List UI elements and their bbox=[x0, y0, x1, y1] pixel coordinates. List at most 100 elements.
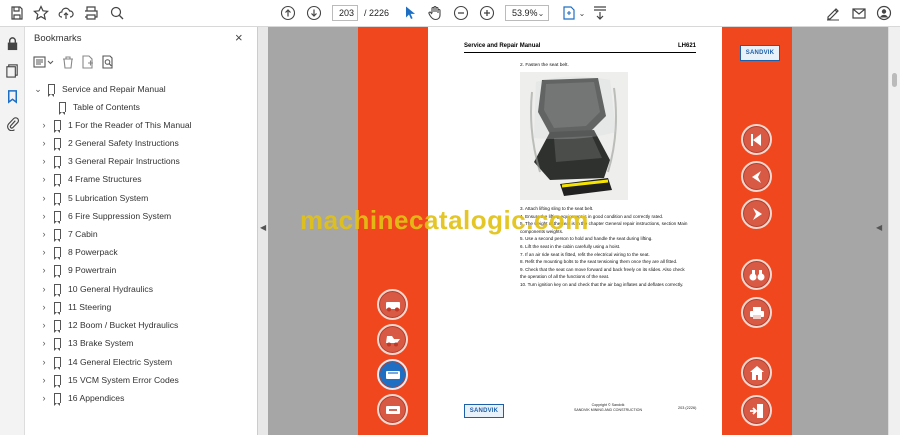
collapse-panel-icon[interactable]: ◀ bbox=[260, 223, 266, 232]
upload-cloud-icon[interactable] bbox=[56, 4, 76, 22]
seat-photo bbox=[520, 72, 628, 200]
bookmark-icon bbox=[54, 265, 61, 278]
zoom-out-icon[interactable] bbox=[451, 4, 471, 22]
bookmark-icon bbox=[54, 156, 61, 169]
mail-icon[interactable] bbox=[849, 4, 869, 22]
zoom-search-icon[interactable] bbox=[107, 4, 127, 22]
delete-bookmark-icon[interactable] bbox=[61, 55, 75, 69]
new-bookmark-icon[interactable] bbox=[81, 55, 95, 69]
machine-highlight-button[interactable] bbox=[377, 359, 408, 390]
first-page-button[interactable] bbox=[741, 124, 772, 155]
bookmark-search-icon[interactable] bbox=[101, 55, 115, 69]
bookmark-icon bbox=[54, 284, 61, 297]
zoom-dropdown-chevron-icon[interactable]: ⌄ bbox=[536, 4, 546, 22]
bookmark-item[interactable]: › 15 VCM System Error Codes bbox=[39, 371, 179, 389]
chevron-right-icon[interactable]: › bbox=[39, 174, 49, 184]
page-total: / 2226 bbox=[364, 8, 390, 18]
scroll-mode-icon[interactable] bbox=[590, 4, 610, 22]
machine-view-button[interactable] bbox=[377, 289, 408, 320]
machine-side-button[interactable] bbox=[377, 324, 408, 355]
page-thumbnails-icon[interactable] bbox=[5, 63, 20, 78]
account-icon[interactable] bbox=[874, 4, 894, 22]
chevron-right-icon[interactable]: › bbox=[39, 338, 49, 348]
bookmark-item[interactable]: › 1 For the Reader of This Manual bbox=[39, 116, 192, 134]
star-icon[interactable] bbox=[31, 4, 51, 22]
bookmark-options-icon[interactable] bbox=[33, 55, 55, 69]
chevron-right-icon[interactable]: › bbox=[39, 302, 49, 312]
chevron-right-icon[interactable]: › bbox=[39, 320, 49, 330]
arrow-left-icon bbox=[751, 170, 761, 183]
search-button[interactable] bbox=[741, 259, 772, 290]
page-fit-dropdown-chevron-icon[interactable]: ⌄ bbox=[577, 4, 587, 22]
bookmark-item[interactable]: ⌄ Service and Repair Manual bbox=[33, 80, 166, 98]
bookmarks-panel: Bookmarks × ⌄ Service and Repair Manual T… bbox=[25, 27, 258, 435]
bookmark-item[interactable]: › 14 General Electric System bbox=[39, 353, 172, 371]
attachment-icon[interactable] bbox=[5, 116, 20, 131]
exit-button[interactable] bbox=[741, 395, 772, 426]
bookmark-item[interactable]: › 9 Powertrain bbox=[39, 261, 116, 279]
bookmark-item[interactable]: › 6 Fire Suppression System bbox=[39, 207, 171, 225]
chevron-right-icon[interactable]: › bbox=[39, 156, 49, 166]
bookmark-item[interactable]: › 2 General Safety Instructions bbox=[39, 134, 179, 152]
chevron-right-icon[interactable]: › bbox=[39, 120, 49, 130]
hand-tool-icon[interactable] bbox=[425, 4, 445, 22]
zoom-in-icon[interactable] bbox=[477, 4, 497, 22]
bookmark-item[interactable]: › 11 Steering bbox=[39, 298, 111, 316]
bookmark-item[interactable]: › 3 General Repair Instructions bbox=[39, 152, 180, 170]
chevron-right-icon[interactable]: › bbox=[39, 265, 49, 275]
bookmark-panel-icon[interactable] bbox=[5, 89, 20, 104]
page-number-input[interactable]: 203 bbox=[332, 5, 358, 21]
chevron-down-icon[interactable]: ⌄ bbox=[33, 84, 43, 95]
chevron-right-icon[interactable]: › bbox=[39, 393, 49, 403]
bookmark-label: 5 Lubrication System bbox=[68, 193, 149, 203]
chevron-right-icon[interactable]: › bbox=[39, 211, 49, 221]
chevron-right-icon[interactable]: › bbox=[39, 357, 49, 367]
fill-sign-icon[interactable] bbox=[823, 4, 843, 22]
chevron-right-icon[interactable]: › bbox=[39, 193, 49, 203]
step-item: 10. Turn ignition key on and check that … bbox=[520, 281, 684, 287]
binoculars-icon bbox=[749, 269, 764, 280]
bookmark-item[interactable]: › 8 Powerpack bbox=[39, 243, 118, 261]
chevron-right-icon[interactable]: › bbox=[39, 229, 49, 239]
chevron-right-icon[interactable]: › bbox=[39, 284, 49, 294]
save-icon[interactable] bbox=[7, 4, 27, 22]
page-fit-icon[interactable] bbox=[559, 4, 579, 22]
bookmark-item[interactable]: › 16 Appendices bbox=[39, 389, 124, 407]
previous-button[interactable] bbox=[741, 161, 772, 192]
step-item: 8. Refit the mounting bolts to the seat … bbox=[520, 259, 678, 265]
step-item: 6. Lift the seat in the cabin carefully … bbox=[520, 243, 621, 249]
bookmark-label: 8 Powerpack bbox=[68, 247, 118, 257]
vertical-scrollbar[interactable] bbox=[888, 27, 900, 435]
bookmark-icon bbox=[54, 174, 61, 187]
bookmark-icon bbox=[59, 102, 66, 115]
print-page-button[interactable] bbox=[741, 297, 772, 328]
bookmark-label: Table of Contents bbox=[73, 102, 140, 112]
expand-right-panel-icon[interactable]: ◀ bbox=[876, 223, 882, 232]
next-button[interactable] bbox=[741, 198, 772, 229]
scrollbar-thumb[interactable] bbox=[892, 73, 897, 87]
chevron-right-icon[interactable]: › bbox=[39, 247, 49, 257]
top-toolbar: 203 / 2226 53.9% ⌄ ⌄ bbox=[0, 0, 900, 27]
close-icon[interactable]: × bbox=[235, 30, 243, 45]
loader-icon bbox=[385, 335, 400, 346]
bookmark-item[interactable]: › 13 Brake System bbox=[39, 334, 133, 352]
chevron-right-icon[interactable]: › bbox=[39, 138, 49, 148]
chevron-right-icon[interactable]: › bbox=[39, 375, 49, 385]
machine-parts-button[interactable] bbox=[377, 394, 408, 425]
previous-page-icon[interactable] bbox=[278, 4, 298, 22]
home-button[interactable] bbox=[741, 357, 772, 388]
next-page-icon[interactable] bbox=[304, 4, 324, 22]
bookmark-item[interactable]: › 4 Frame Structures bbox=[39, 170, 142, 188]
document-viewer[interactable]: Service and Repair Manual LH621 2. Faste… bbox=[268, 27, 888, 435]
bookmark-item[interactable]: › 10 General Hydraulics bbox=[39, 280, 153, 298]
bookmark-item[interactable]: › 12 Boom / Bucket Hydraulics bbox=[39, 316, 178, 334]
print-icon[interactable] bbox=[81, 4, 101, 22]
select-cursor-icon[interactable] bbox=[400, 4, 420, 22]
bookmark-item[interactable]: › 7 Cabin bbox=[39, 225, 98, 243]
bookmark-item[interactable]: › 5 Lubrication System bbox=[39, 189, 148, 207]
lock-icon[interactable] bbox=[5, 36, 20, 51]
panel-splitter[interactable]: ◀ bbox=[258, 27, 268, 435]
bookmark-label: 14 General Electric System bbox=[68, 357, 173, 367]
bookmark-item[interactable]: Table of Contents bbox=[44, 98, 140, 116]
step-item: 7. If an air ride seat is fitted, refit … bbox=[520, 251, 650, 257]
